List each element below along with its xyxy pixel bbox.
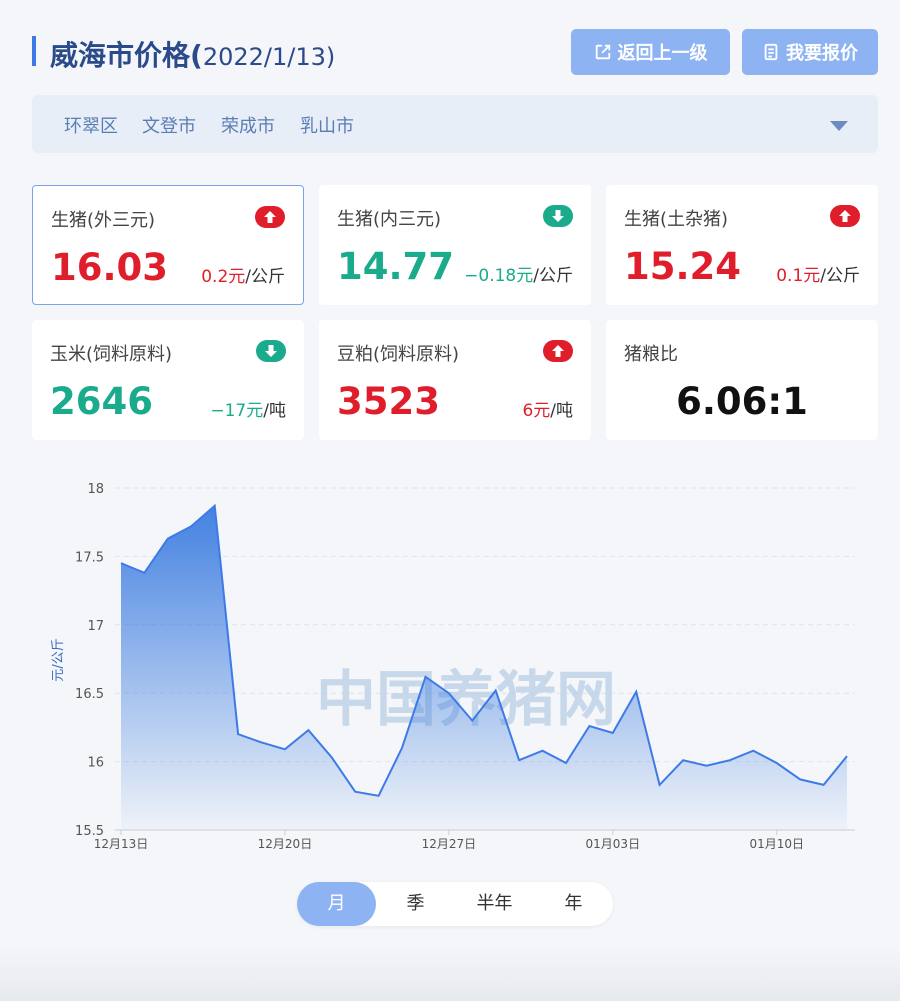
y-tick-label: 16 — [87, 756, 104, 771]
card-name: 生猪(外三元) — [51, 210, 156, 231]
card-value: 16.03 — [51, 246, 169, 289]
card-change-amount: 0.2元 — [201, 267, 246, 287]
price-card-pig-local[interactable]: 生猪(土杂猪) 15.24 0.1元/公斤 — [606, 185, 878, 305]
y-tick-label: 17 — [87, 619, 104, 634]
period-tab-year[interactable]: 年 — [534, 882, 613, 926]
price-card-pig-grain-ratio[interactable]: 猪粮比 6.06:1 — [606, 320, 878, 440]
document-icon — [764, 43, 778, 61]
bottom-fade — [0, 945, 900, 1001]
card-change-amount: 6元 — [522, 401, 551, 421]
price-card-soymeal[interactable]: 豆粕(饲料原料) 3523 6元/吨 — [319, 320, 591, 440]
district-item[interactable]: 荣成市 — [221, 112, 275, 138]
period-switcher: 月 季 半年 年 — [297, 882, 613, 926]
price-chart: 中国养猪网 18 17.5 17 16.5 16 15.5 12月13日 12月20日 12月2… — [0, 460, 900, 860]
district-bar: 环翠区 文登市 荣成市 乳山市 — [32, 95, 878, 153]
x-tick-label: 12月13日 — [94, 837, 149, 851]
y-tick-label: 17.5 — [75, 550, 104, 565]
x-tick-label: 01月10日 — [749, 837, 804, 851]
y-tick-label: 16.5 — [75, 687, 104, 702]
x-tick-label: 12月27日 — [422, 837, 477, 851]
card-value: 6.06:1 — [676, 380, 808, 423]
price-card-pig-inner[interactable]: 生猪(内三元) 14.77 −0.18元/公斤 — [319, 185, 591, 305]
card-change-unit: /吨 — [550, 401, 573, 421]
period-tab-month[interactable]: 月 — [297, 882, 376, 926]
page-title-date: 2022/1/13) — [202, 43, 336, 71]
period-tab-quarter[interactable]: 季 — [376, 882, 455, 926]
price-card-pig-outer[interactable]: 生猪(外三元) 16.03 0.2元/公斤 — [32, 185, 304, 305]
card-name: 猪粮比 — [624, 344, 678, 365]
price-card-corn[interactable]: 玉米(饲料原料) 2646 −17元/吨 — [32, 320, 304, 440]
card-change-amount: −17元 — [210, 401, 264, 421]
card-name: 生猪(土杂猪) — [624, 209, 729, 230]
district-item[interactable]: 环翠区 — [64, 112, 118, 138]
card-name: 生猪(内三元) — [337, 209, 442, 230]
card-change-amount: −0.18元 — [464, 266, 534, 286]
page-title-city: 威海市价格( — [50, 39, 203, 72]
card-value: 15.24 — [624, 245, 742, 288]
card-value: 3523 — [337, 380, 440, 423]
y-axis-label: 元/公斤 — [51, 638, 66, 681]
card-change: 0.2元/公斤 — [201, 262, 285, 287]
card-change-unit: /公斤 — [533, 266, 573, 286]
page-title: 威海市价格(2022/1/13) — [50, 34, 335, 74]
x-tick-label: 01月03日 — [586, 837, 641, 851]
back-button-label: 返回上一级 — [617, 43, 708, 64]
card-change-amount: 0.1元 — [776, 266, 821, 286]
price-chart-svg: 中国养猪网 1817.51716.51615.512月13日 12月20日 12月2… — [51, 482, 855, 851]
y-tick-label: 18 — [87, 482, 104, 497]
arrow-up-icon — [830, 205, 860, 227]
quote-button[interactable]: 我要报价 — [742, 29, 878, 75]
card-change: −17元/吨 — [210, 396, 286, 421]
card-change-unit: /公斤 — [820, 266, 860, 286]
back-button[interactable]: 返回上一级 — [571, 29, 730, 75]
period-tab-half-year[interactable]: 半年 — [455, 882, 534, 926]
card-name: 玉米(饲料原料) — [50, 344, 173, 365]
share-out-icon — [595, 44, 610, 60]
arrow-down-icon — [256, 340, 286, 362]
card-change-unit: /吨 — [263, 401, 286, 421]
card-value: 2646 — [50, 380, 153, 423]
card-value: 14.77 — [337, 245, 455, 288]
card-change: 6元/吨 — [522, 396, 573, 421]
district-item[interactable]: 文登市 — [142, 112, 196, 138]
arrow-up-icon — [255, 206, 285, 228]
expand-districts-icon[interactable] — [830, 121, 848, 131]
arrow-up-icon — [543, 340, 573, 362]
x-tick-label: 12月20日 — [258, 837, 313, 851]
card-change-unit: /公斤 — [245, 267, 285, 287]
quote-button-label: 我要报价 — [786, 43, 858, 64]
card-name: 豆粕(饲料原料) — [337, 344, 460, 365]
arrow-down-icon — [543, 205, 573, 227]
card-change: 0.1元/公斤 — [776, 261, 860, 286]
title-accent-bar — [32, 36, 36, 66]
district-item[interactable]: 乳山市 — [300, 112, 354, 138]
page-header: 威海市价格(2022/1/13) 返回上一级 我要报价 — [32, 28, 878, 76]
card-change: −0.18元/公斤 — [464, 261, 573, 286]
